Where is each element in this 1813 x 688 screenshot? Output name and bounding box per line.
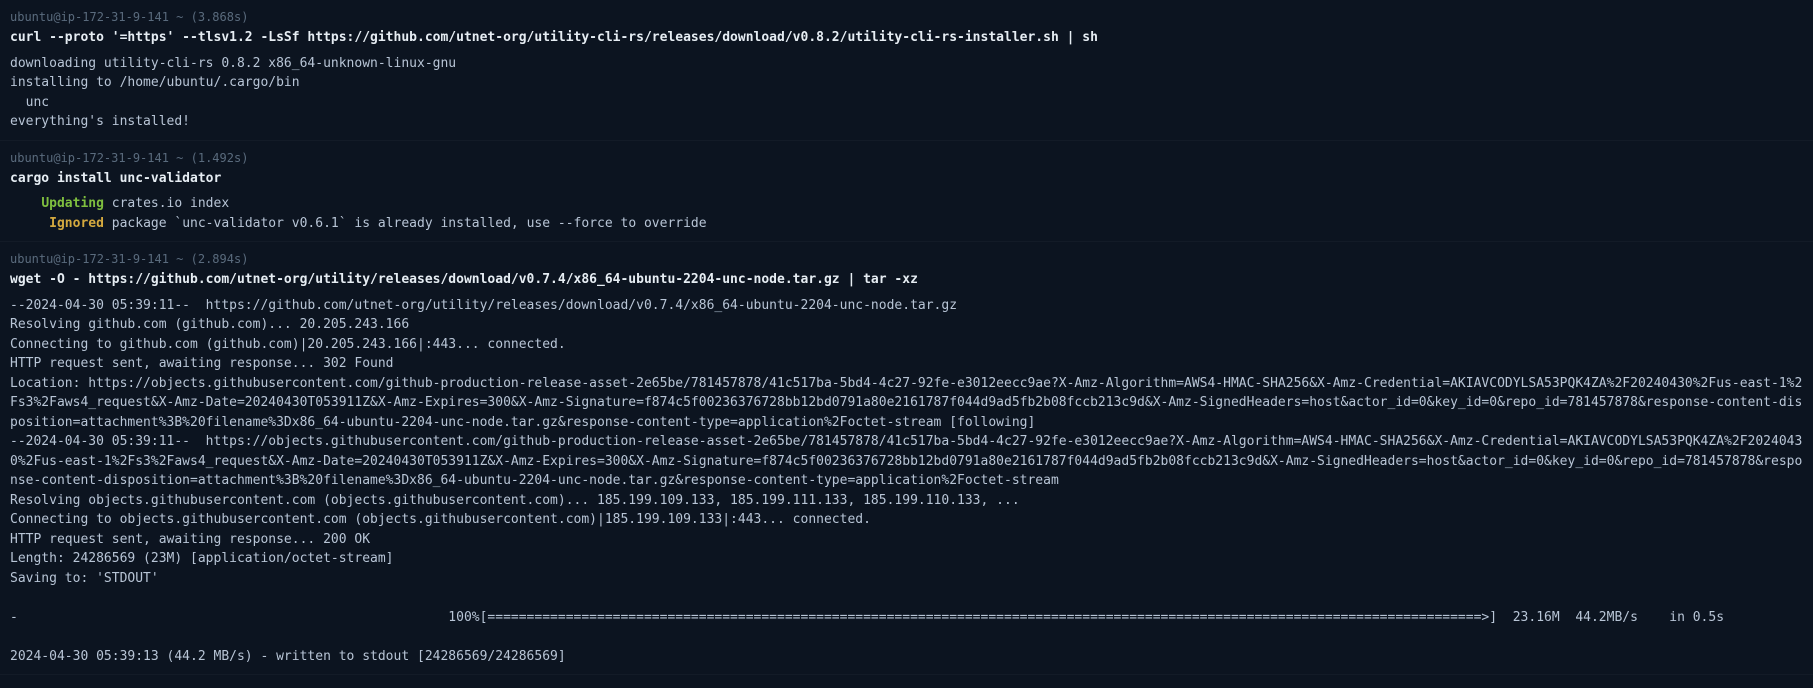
command-output[interactable]: Updating crates.io index Ignored package…: [10, 194, 1803, 233]
status-ignored: Ignored: [49, 216, 104, 231]
prompt-line: ubuntu@ip-172-31-9-141 ~ (2.894s): [10, 250, 1803, 268]
command-text[interactable]: curl --proto '=https' --tlsv1.2 -LsSf ht…: [10, 28, 1803, 48]
indent: [10, 196, 41, 211]
command-output[interactable]: --2024-04-30 05:39:11-- https://github.c…: [10, 296, 1803, 667]
prompt-line: ubuntu@ip-172-31-9-141 ~ (3.868s): [10, 8, 1803, 26]
command-text[interactable]: cargo install unc-validator: [10, 169, 1803, 189]
terminal-block-1: ubuntu@ip-172-31-9-141 ~ (3.868s) curl -…: [0, 0, 1813, 141]
status-text: package `unc-validator v0.6.1` is alread…: [104, 216, 707, 231]
status-updating: Updating: [41, 196, 104, 211]
prompt-line: ubuntu@ip-172-31-9-141 ~ (1.492s): [10, 149, 1803, 167]
terminal-block-3: ubuntu@ip-172-31-9-141 ~ (2.894s) wget -…: [0, 242, 1813, 675]
indent: [10, 216, 49, 231]
command-text[interactable]: wget -O - https://github.com/utnet-org/u…: [10, 270, 1803, 290]
command-output[interactable]: downloading utility-cli-rs 0.8.2 x86_64-…: [10, 54, 1803, 132]
terminal-block-2: ubuntu@ip-172-31-9-141 ~ (1.492s) cargo …: [0, 141, 1813, 243]
status-text: crates.io index: [104, 196, 229, 211]
